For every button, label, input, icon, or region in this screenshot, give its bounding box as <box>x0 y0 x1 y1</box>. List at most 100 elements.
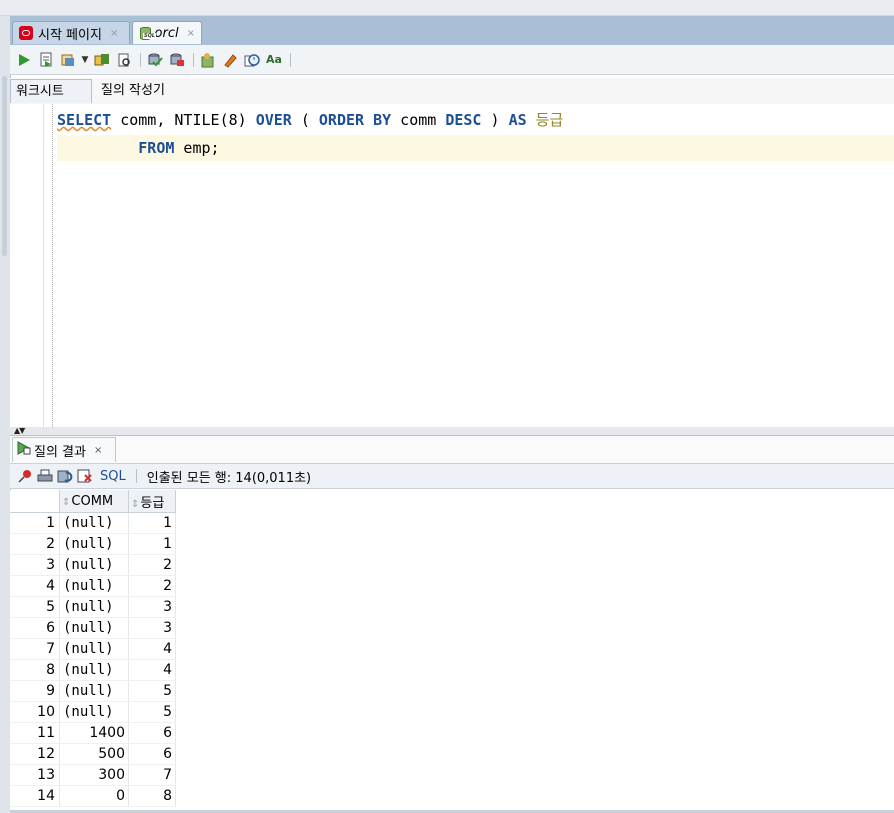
row-number: 14 <box>10 785 60 807</box>
pin-icon[interactable] <box>16 467 34 485</box>
code-line-1[interactable]: SELECT comm, NTILE(8) OVER ( ORDER BY co… <box>57 107 894 133</box>
rollback-icon[interactable] <box>167 50 187 70</box>
sql-link[interactable]: SQL <box>100 469 126 484</box>
unshared-sql-worksheet-icon[interactable] <box>198 50 218 70</box>
cell-grade[interactable]: 1 <box>128 533 176 555</box>
tab-orcl[interactable]: orcl × <box>132 21 202 44</box>
dropdown-arrow-icon[interactable]: ▼ <box>80 50 90 70</box>
refresh-icon[interactable] <box>56 467 74 485</box>
editor-gutter <box>10 104 44 427</box>
worksheet-subtabs: 워크시트 질의 작성기 <box>10 78 894 105</box>
cell-comm[interactable]: (null) <box>59 680 129 702</box>
cell-grade[interactable]: 7 <box>128 764 176 786</box>
tab-start-page[interactable]: 시작 페이지 × <box>12 21 130 44</box>
column-header-grade[interactable]: ⇕등급 <box>128 490 176 513</box>
code-order-column: comm <box>391 111 446 129</box>
table-row[interactable]: 4 (null) 2 <box>10 575 176 597</box>
tab-close-icon[interactable]: × <box>187 28 195 39</box>
row-number: 5 <box>10 596 60 618</box>
table-row[interactable]: 13 300 7 <box>10 764 176 786</box>
cell-comm[interactable]: (null) <box>59 701 129 723</box>
cell-comm[interactable]: 300 <box>59 764 129 786</box>
cell-comm[interactable]: (null) <box>59 617 129 639</box>
cell-comm[interactable]: (null) <box>59 533 129 555</box>
sort-icon[interactable]: ⇕ <box>131 499 139 510</box>
run-script-icon[interactable] <box>36 50 56 70</box>
tab-query-result[interactable]: 질의 결과 × <box>12 437 116 462</box>
cell-comm[interactable]: (null) <box>59 575 129 597</box>
table-row[interactable]: 8 (null) 4 <box>10 659 176 681</box>
left-scrollbar[interactable] <box>2 76 7 256</box>
cell-comm[interactable]: (null) <box>59 596 129 618</box>
toolbar-separator <box>290 52 291 67</box>
cell-grade[interactable]: 3 <box>128 617 176 639</box>
cell-grade[interactable]: 8 <box>128 785 176 807</box>
autotrace-icon[interactable] <box>58 50 78 70</box>
row-number: 6 <box>10 617 60 639</box>
column-header-comm[interactable]: ⇕COMM <box>59 490 129 513</box>
row-number: 1 <box>10 512 60 534</box>
row-number: 10 <box>10 701 60 723</box>
cell-grade[interactable]: 5 <box>128 680 176 702</box>
toolbar-separator <box>140 52 141 67</box>
print-icon[interactable] <box>36 467 54 485</box>
cell-grade[interactable]: 4 <box>128 638 176 660</box>
row-number: 11 <box>10 722 60 744</box>
sql-tuning-icon[interactable] <box>114 50 134 70</box>
tab-close-icon[interactable]: × <box>94 445 102 456</box>
cell-grade[interactable]: 4 <box>128 659 176 681</box>
table-row[interactable]: 11 1400 6 <box>10 722 176 744</box>
export-icon[interactable] <box>76 467 94 485</box>
table-row[interactable]: 10 (null) 5 <box>10 701 176 723</box>
run-statement-icon[interactable] <box>14 50 34 70</box>
explain-plan-icon[interactable] <box>92 50 112 70</box>
toolbar-separator <box>135 469 137 483</box>
cell-comm[interactable]: (null) <box>59 512 129 534</box>
sort-icon[interactable]: ⇕ <box>62 497 70 508</box>
tab-close-icon[interactable]: × <box>110 28 118 39</box>
table-row[interactable]: 12 500 6 <box>10 743 176 765</box>
tab-worksheet[interactable]: 워크시트 <box>10 79 92 103</box>
cell-grade[interactable]: 6 <box>128 722 176 744</box>
table-row[interactable]: 7 (null) 4 <box>10 638 176 660</box>
keyword-as: AS <box>508 111 527 129</box>
cell-grade[interactable]: 6 <box>128 743 176 765</box>
sql-editor[interactable]: SELECT comm, NTILE(8) OVER ( ORDER BY co… <box>10 104 894 428</box>
editor-margin-line <box>52 104 54 427</box>
table-row[interactable]: 6 (null) 3 <box>10 617 176 639</box>
format-case-icon[interactable]: Aa <box>264 50 284 70</box>
table-row[interactable]: 1 (null) 1 <box>10 512 176 534</box>
code-line-2[interactable]: FROM emp; <box>57 135 894 161</box>
oracle-icon <box>19 26 33 40</box>
table-row[interactable]: 9 (null) 5 <box>10 680 176 702</box>
clear-icon[interactable] <box>220 50 240 70</box>
cell-comm[interactable]: (null) <box>59 638 129 660</box>
tab-query-builder[interactable]: 질의 작성기 <box>96 79 170 103</box>
cell-comm[interactable]: (null) <box>59 659 129 681</box>
cell-grade[interactable]: 2 <box>128 554 176 576</box>
commit-icon[interactable] <box>145 50 165 70</box>
table-row[interactable]: 3 (null) 2 <box>10 554 176 576</box>
cell-comm[interactable]: (null) <box>59 554 129 576</box>
results-grid[interactable]: ⇕COMM ⇕등급 1 (null) 1 2 (null) 1 3 (null) 2 4 (null… <box>10 490 894 810</box>
cell-grade[interactable]: 2 <box>128 575 176 597</box>
cell-grade[interactable]: 1 <box>128 512 176 534</box>
sql-history-icon[interactable] <box>242 50 262 70</box>
row-number: 8 <box>10 659 60 681</box>
cell-grade[interactable]: 3 <box>128 596 176 618</box>
cell-comm[interactable]: 1400 <box>59 722 129 744</box>
cell-comm[interactable]: 0 <box>59 785 129 807</box>
editor-results-splitter[interactable]: ▲▼ <box>10 426 894 436</box>
cell-comm[interactable]: 500 <box>59 743 129 765</box>
splitter-arrows-icon[interactable]: ▲▼ <box>14 426 25 435</box>
table-row[interactable]: 2 (null) 1 <box>10 533 176 555</box>
code-table: emp; <box>174 139 220 157</box>
code-argument: (8) <box>219 111 256 129</box>
results-body: 1 (null) 1 2 (null) 1 3 (null) 2 4 (null) 2 5 (null) 3… <box>10 512 176 807</box>
column-header-grade-label: 등급 <box>140 495 165 511</box>
table-row[interactable]: 5 (null) 3 <box>10 596 176 618</box>
table-row[interactable]: 14 0 8 <box>10 785 176 807</box>
keyword-from: FROM <box>138 139 175 157</box>
keyword-desc: DESC <box>445 111 482 129</box>
cell-grade[interactable]: 5 <box>128 701 176 723</box>
